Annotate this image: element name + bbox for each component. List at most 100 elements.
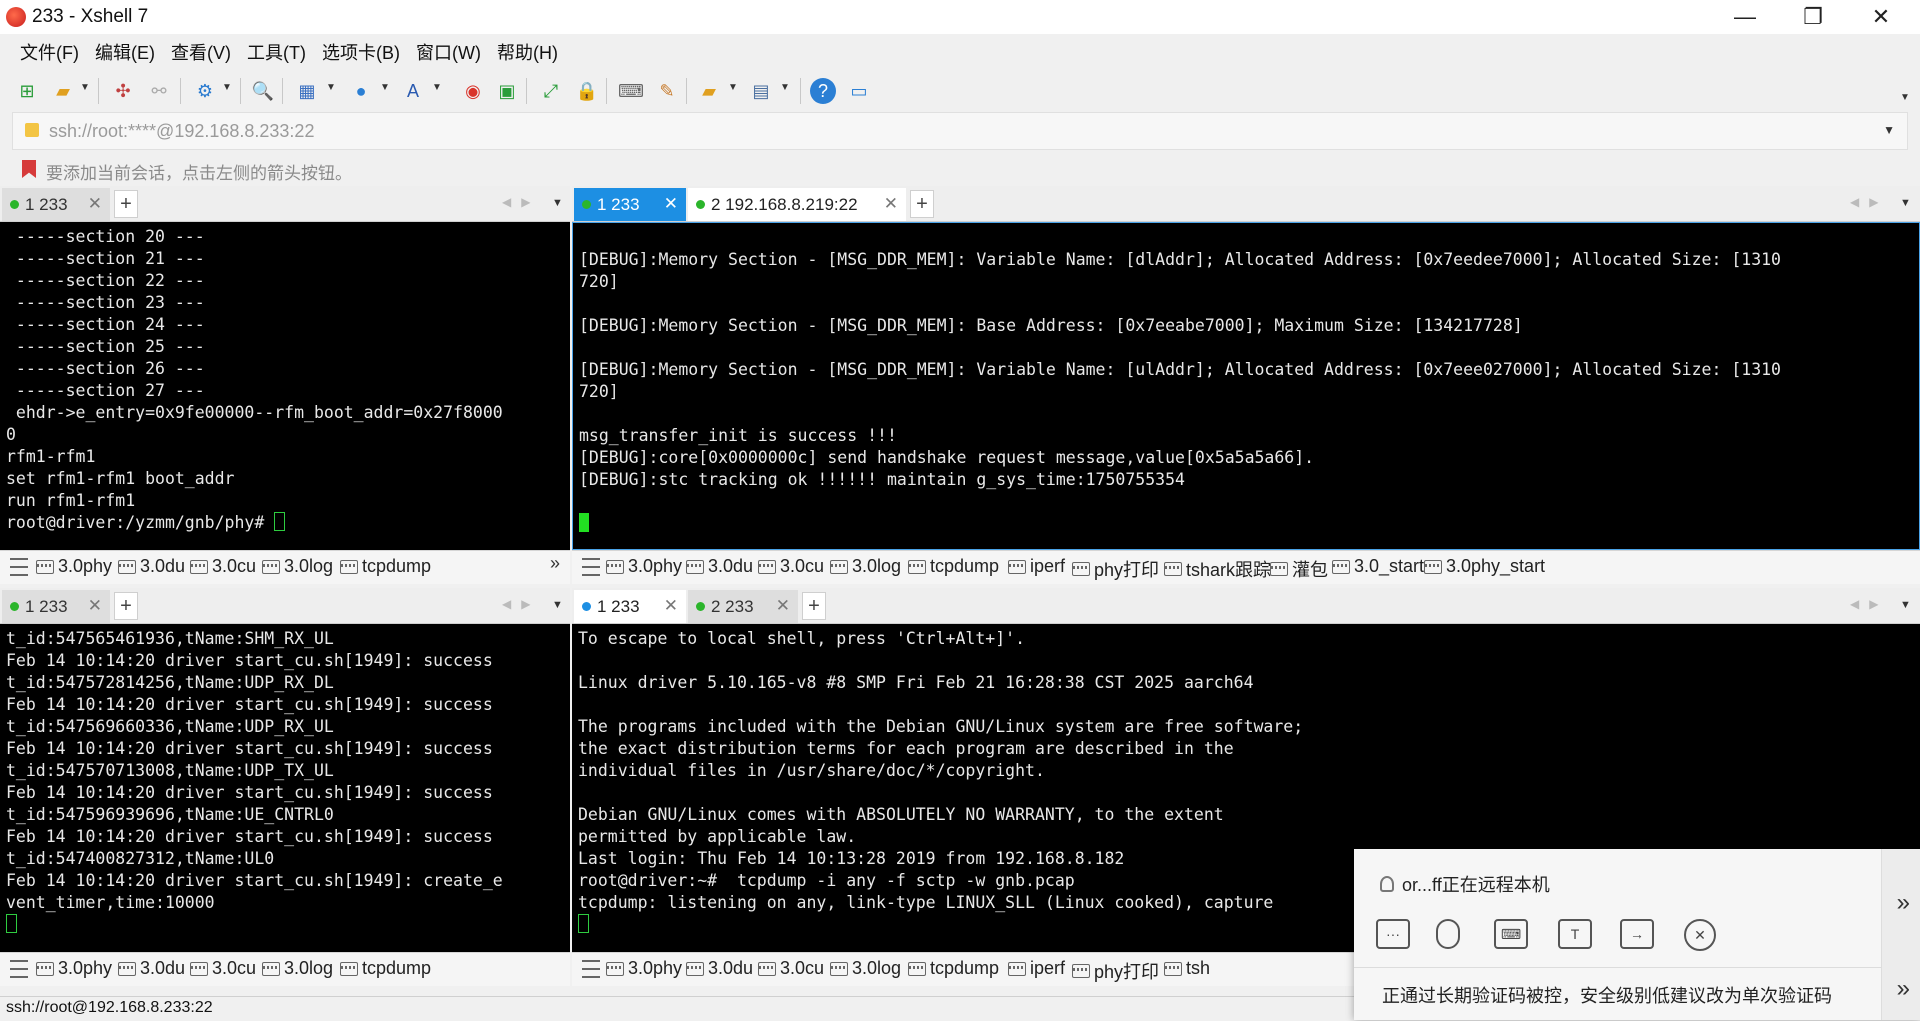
menu-file[interactable]: 文件(F) (12, 39, 87, 65)
quick-command-button[interactable]: 3.0du (686, 556, 753, 577)
quick-command-button[interactable]: 3.0_start (1332, 556, 1424, 577)
menu-icon[interactable] (10, 960, 28, 978)
tab-nav-arrows-icon[interactable]: ◀▶ (502, 195, 540, 209)
bookmark-icon[interactable] (22, 160, 36, 178)
folder-transfer-icon[interactable]: → (1620, 919, 1654, 949)
quick-command-button[interactable]: 3.0phy (606, 556, 682, 577)
quick-command-button[interactable]: 3.0log (830, 556, 901, 577)
tab-nav-arrows-icon[interactable]: ◀▶ (502, 597, 540, 611)
add-folder-icon[interactable]: ▰ (696, 78, 722, 104)
lock-icon[interactable]: 🔒 (574, 78, 600, 104)
quick-command-button[interactable]: 3.0cu (758, 556, 824, 577)
quick-command-button[interactable]: 3.0log (262, 556, 333, 577)
help-icon[interactable]: ? (810, 78, 836, 104)
fullscreen-icon[interactable]: ⤢ (538, 78, 564, 104)
keyboard-icon[interactable]: ⌨ (1494, 919, 1528, 949)
quick-command-button[interactable]: 3.0du (686, 958, 753, 979)
add-tab-button[interactable]: + (114, 190, 138, 218)
tab-top-right-1[interactable]: 1 233 ✕ (574, 188, 686, 221)
tab-bottom-right-2[interactable]: 2 233 ✕ (688, 590, 798, 623)
disconnect-icon[interactable]: ⚯ (146, 78, 172, 104)
open-folder-icon[interactable]: ▰ (50, 78, 76, 104)
add-tab-button[interactable]: + (910, 190, 934, 218)
quick-command-button[interactable]: phy打印 (1072, 958, 1159, 984)
xshell-icon[interactable]: ◉ (460, 78, 486, 104)
tile-icon[interactable]: ▤ (748, 78, 774, 104)
quick-command-button[interactable]: 3.0phy (606, 958, 682, 979)
quick-command-button[interactable]: 灌包 (1270, 556, 1328, 582)
terminal-top-left[interactable]: -----section 20 --- -----section 21 --- … (0, 222, 570, 550)
close-icon[interactable]: ✕ (776, 596, 790, 616)
close-icon[interactable]: ✕ (664, 194, 678, 214)
quick-command-button[interactable]: 3.0cu (190, 958, 256, 979)
highlight-icon[interactable]: ✎ (654, 78, 680, 104)
quick-command-button[interactable]: iperf (1008, 958, 1065, 979)
menu-view[interactable]: 查看(V) (163, 39, 239, 65)
quick-command-button[interactable]: tcpdump (908, 556, 999, 577)
layout-icon[interactable]: ▦ (294, 78, 320, 104)
quick-command-button[interactable]: tcpdump (340, 958, 431, 979)
tab-top-right-2[interactable]: 2 192.168.8.219:22 ✕ (688, 188, 906, 221)
chat-icon[interactable]: ··· (1376, 919, 1410, 949)
quick-command-button[interactable]: tshark跟踪 (1164, 556, 1271, 582)
terminal-bottom-left[interactable]: t_id:547565461936,tName:SHM_RX_UL Feb 14 … (0, 624, 570, 952)
quick-command-button[interactable]: iperf (1008, 556, 1065, 577)
terminal-top-right[interactable]: [DEBUG]:Memory Section - [MSG_DDR_MEM]: … (572, 222, 1920, 550)
menu-icon[interactable] (582, 558, 600, 576)
font-icon[interactable]: A (400, 78, 426, 104)
keyboard-icon[interactable]: ⌨ (618, 78, 644, 104)
address-bar[interactable]: ssh://root:****@192.168.8.233:22 ▼ (12, 112, 1908, 150)
chat-icon[interactable]: ▭ (846, 78, 872, 104)
close-icon[interactable]: ✕ (88, 194, 102, 214)
close-icon[interactable]: ✕ (1684, 919, 1716, 951)
tab-nav-arrows-icon[interactable]: ◀▶ (1850, 195, 1888, 209)
add-tab-button[interactable]: + (114, 592, 138, 620)
quick-command-button[interactable]: 3.0du (118, 958, 185, 979)
quick-command-button[interactable]: phy打印 (1072, 556, 1159, 582)
quick-command-button[interactable]: 3.0du (118, 556, 185, 577)
quick-command-button[interactable]: tcpdump (908, 958, 999, 979)
quick-command-button[interactable]: tsh (1164, 958, 1210, 979)
microphone-icon[interactable] (1436, 919, 1460, 949)
menu-tab[interactable]: 选项卡(B) (314, 39, 408, 65)
xftp-icon[interactable]: ▣ (494, 78, 520, 104)
chevron-down-icon[interactable]: ▼ (1883, 123, 1895, 137)
new-session-icon[interactable]: ⊞ (14, 78, 40, 104)
find-icon[interactable]: 🔍 (250, 78, 276, 104)
menu-tools[interactable]: 工具(T) (239, 39, 314, 65)
quick-command-button[interactable]: 3.0phy_start (1424, 556, 1545, 577)
close-icon[interactable]: ✕ (884, 194, 898, 214)
menu-edit[interactable]: 编辑(E) (87, 39, 163, 65)
chevron-down-icon[interactable]: ▼ (1900, 599, 1911, 611)
expand-icon[interactable]: » (1897, 889, 1910, 917)
globe-icon[interactable]: ● (348, 78, 374, 104)
more-icon[interactable]: » (550, 553, 560, 574)
expand-notice-icon[interactable]: » (1897, 975, 1910, 1003)
quick-command-button[interactable]: 3.0cu (190, 556, 256, 577)
tab-bottom-right-1[interactable]: 1 233 ✕ (574, 590, 686, 623)
restore-button[interactable]: ❐ (1784, 0, 1842, 34)
quick-command-button[interactable]: 3.0log (262, 958, 333, 979)
chevron-down-icon[interactable]: ▼ (552, 197, 563, 209)
close-window-button[interactable]: ✕ (1852, 0, 1910, 34)
add-tab-button[interactable]: + (802, 592, 826, 620)
chevron-down-icon[interactable]: ▼ (1900, 197, 1911, 209)
text-icon[interactable]: T (1558, 919, 1592, 949)
quick-command-button[interactable]: 3.0phy (36, 556, 112, 577)
quick-command-button[interactable]: tcpdump (340, 556, 431, 577)
menu-icon[interactable] (582, 960, 600, 978)
quick-command-button[interactable]: 3.0phy (36, 958, 112, 979)
close-icon[interactable]: ✕ (88, 596, 102, 616)
tab-bottom-left-1[interactable]: 1 233 ✕ (2, 590, 110, 623)
menu-help[interactable]: 帮助(H) (489, 39, 566, 65)
chevron-down-icon[interactable]: ▼ (552, 599, 563, 611)
address-text[interactable]: ssh://root:****@192.168.8.233:22 (49, 121, 314, 142)
menu-window[interactable]: 窗口(W) (408, 39, 489, 65)
connect-icon[interactable]: ✣ (110, 78, 136, 104)
tab-top-left-1[interactable]: 1 233 ✕ (2, 188, 110, 221)
close-icon[interactable]: ✕ (664, 596, 678, 616)
minimize-button[interactable]: — (1716, 0, 1774, 34)
quick-command-button[interactable]: 3.0cu (758, 958, 824, 979)
menu-icon[interactable] (10, 558, 28, 576)
session-properties-icon[interactable]: ⚙ (192, 78, 218, 104)
